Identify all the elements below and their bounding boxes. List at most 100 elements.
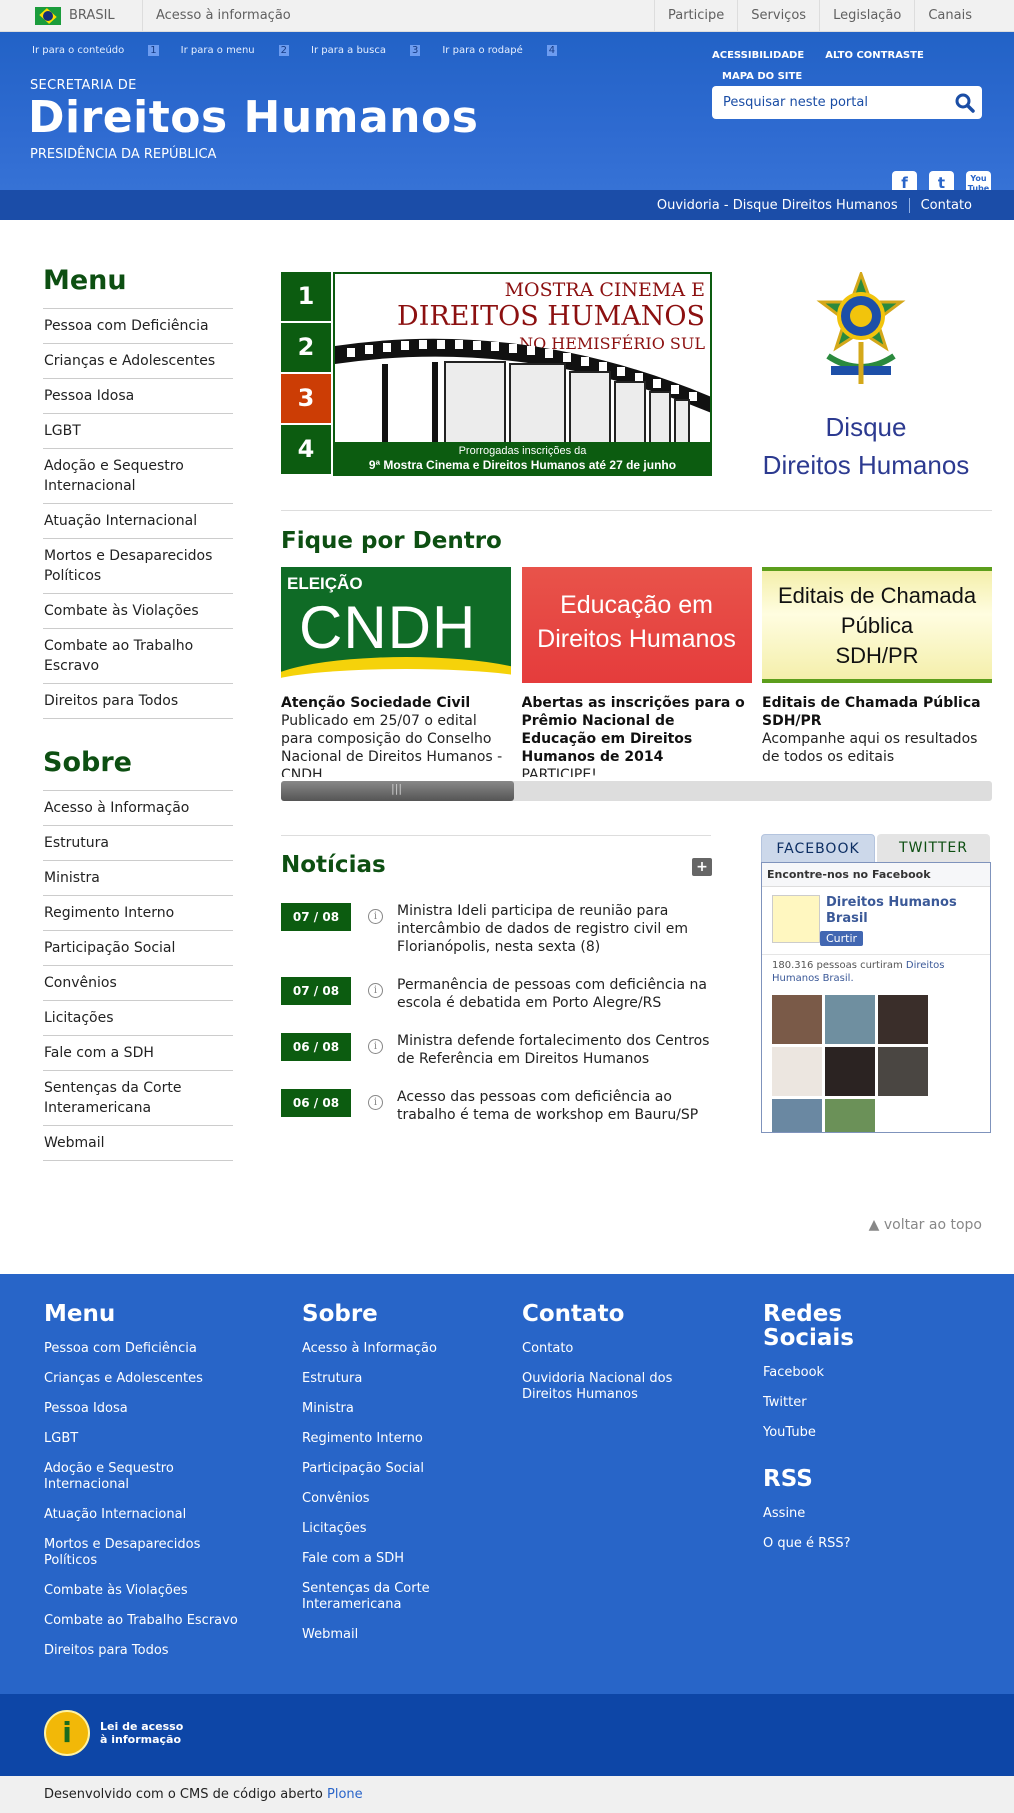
search-input[interactable]: Pesquisar neste portal xyxy=(712,86,982,119)
contato-link[interactable]: Contato xyxy=(908,198,983,213)
lai-logo[interactable]: i Lei de acesso à informação xyxy=(44,1710,183,1756)
menu-item[interactable]: Pessoa Idosa xyxy=(43,379,233,414)
news-text[interactable]: Ministra defende fortalecimento dos Cent… xyxy=(397,1032,712,1068)
footer-link[interactable]: YouTube xyxy=(763,1425,863,1441)
footer-link[interactable]: Crianças e Adolescentes xyxy=(44,1371,238,1387)
participe-link[interactable]: Participe xyxy=(653,0,737,32)
high-contrast-link[interactable]: ALTO CONTRASTE xyxy=(825,50,924,61)
tab-facebook[interactable]: FACEBOOK xyxy=(761,834,875,862)
footer-link[interactable]: Convênios xyxy=(302,1491,452,1507)
footer-link[interactable]: O que é RSS? xyxy=(763,1536,863,1552)
ouvidoria-link[interactable]: Ouvidoria - Disque Direitos Humanos xyxy=(646,198,909,213)
sobre-item[interactable]: Sentenças da Corte Interamericana xyxy=(43,1071,233,1126)
news-text[interactable]: Permanência de pessoas com deficiência n… xyxy=(397,976,712,1012)
sobre-item[interactable]: Licitações xyxy=(43,1001,233,1036)
footer-link[interactable]: Twitter xyxy=(763,1395,863,1411)
page-logo-icon[interactable] xyxy=(772,895,820,943)
menu-item[interactable]: Crianças e Adolescentes xyxy=(43,344,233,379)
brasil-link[interactable]: BRASIL xyxy=(0,0,143,32)
footer-link[interactable]: Ouvidoria Nacional dos Direitos Humanos xyxy=(522,1371,692,1403)
back-to-top-link[interactable]: ▲ voltar ao topo xyxy=(869,1217,982,1233)
menu-item[interactable]: Adoção e Sequestro Internacional xyxy=(43,449,233,504)
news-text[interactable]: Ministra Ideli participa de reunião para… xyxy=(397,902,712,956)
canais-link[interactable]: Canais xyxy=(914,0,985,32)
cards-scrollbar[interactable] xyxy=(281,781,992,801)
footer-link[interactable]: Estrutura xyxy=(302,1371,452,1387)
search-icon[interactable] xyxy=(955,93,975,113)
card-editais[interactable]: Editais de Chamada Pública SDH/PR Editais… xyxy=(762,567,992,777)
footer-link[interactable]: Direitos para Todos xyxy=(44,1643,238,1659)
news-item[interactable]: 06 / 08 i Acesso das pessoas com deficiê… xyxy=(281,1088,712,1124)
footer-link[interactable]: Sentenças da Corte Interamericana xyxy=(302,1581,452,1613)
menu-item[interactable]: Direitos para Todos xyxy=(43,684,233,719)
fan-avatar[interactable] xyxy=(772,1099,822,1132)
card-educacao[interactable]: Educação em Direitos Humanos Abertas as … xyxy=(521,567,752,777)
fan-avatar[interactable] xyxy=(825,1047,875,1096)
more-news-button[interactable]: + xyxy=(692,858,712,876)
sitemap-link[interactable]: MAPA DO SITE xyxy=(722,71,802,82)
footer-link[interactable]: LGBT xyxy=(44,1431,238,1447)
footer-link[interactable]: Adoção e Sequestro Internacional xyxy=(44,1461,204,1493)
sobre-item[interactable]: Fale com a SDH xyxy=(43,1036,233,1071)
servicos-link[interactable]: Serviços xyxy=(737,0,819,32)
like-button[interactable]: Curtir xyxy=(820,931,864,946)
menu-item[interactable]: LGBT xyxy=(43,414,233,449)
carousel-page-2[interactable]: 2 xyxy=(281,323,331,372)
sobre-item[interactable]: Estrutura xyxy=(43,826,233,861)
legislacao-link[interactable]: Legislação xyxy=(819,0,914,32)
footer-link[interactable]: Contato xyxy=(522,1341,692,1357)
menu-item[interactable]: Combate ao Trabalho Escravo xyxy=(43,629,233,684)
carousel-page-4[interactable]: 4 xyxy=(281,425,331,474)
footer-link[interactable]: Fale com a SDH xyxy=(302,1551,452,1567)
footer-link[interactable]: Combate às Violações xyxy=(44,1583,238,1599)
skip-link-footer[interactable]: Ir para o rodapé 4 xyxy=(442,45,558,56)
menu-item[interactable]: Atuação Internacional xyxy=(43,504,233,539)
carousel-page-3[interactable]: 3 xyxy=(281,374,331,423)
footer-link[interactable]: Combate ao Trabalho Escravo xyxy=(44,1613,238,1629)
footer-link[interactable]: Acesso à Informação xyxy=(302,1341,452,1357)
card-title[interactable]: Atenção Sociedade Civil xyxy=(281,694,511,712)
sobre-item[interactable]: Convênios xyxy=(43,966,233,1001)
fan-avatar[interactable] xyxy=(878,1047,928,1096)
site-title[interactable]: Direitos Humanos xyxy=(28,92,478,143)
sobre-item[interactable]: Participação Social xyxy=(43,931,233,966)
menu-item[interactable]: Combate às Violações xyxy=(43,594,233,629)
fan-avatar[interactable] xyxy=(772,1047,822,1096)
menu-item[interactable]: Mortos e Desaparecidos Políticos xyxy=(43,539,233,594)
footer-link[interactable]: Participação Social xyxy=(302,1461,452,1477)
fan-avatar[interactable] xyxy=(772,995,822,1044)
fan-avatar[interactable] xyxy=(878,995,928,1044)
footer-link[interactable]: Licitações xyxy=(302,1521,452,1537)
footer-link[interactable]: Assine xyxy=(763,1506,863,1522)
news-item[interactable]: 06 / 08 i Ministra defende fortaleciment… xyxy=(281,1032,712,1068)
disque-banner[interactable]: Disque Direitos Humanos xyxy=(746,272,986,482)
tab-twitter[interactable]: TWITTER xyxy=(877,834,990,862)
footer-link[interactable]: Webmail xyxy=(302,1627,452,1643)
acesso-informacao-link[interactable]: Acesso à informação xyxy=(143,8,291,23)
news-item[interactable]: 07 / 08 i Permanência de pessoas com def… xyxy=(281,976,712,1012)
footer-link[interactable]: Pessoa com Deficiência xyxy=(44,1341,238,1357)
footer-link[interactable]: Mortos e Desaparecidos Políticos xyxy=(44,1537,224,1569)
footer-link[interactable]: Atuação Internacional xyxy=(44,1507,238,1523)
skip-link-content[interactable]: Ir para o conteúdo 1 xyxy=(32,45,159,56)
scrollbar-thumb[interactable] xyxy=(281,781,514,801)
footer-link[interactable]: Ministra xyxy=(302,1401,452,1417)
facebook-page-name[interactable]: Direitos Humanos Brasil xyxy=(826,895,980,927)
sobre-item[interactable]: Acesso à Informação xyxy=(43,791,233,826)
skip-link-menu[interactable]: Ir para o menu 2 xyxy=(181,45,290,56)
footer-link[interactable]: Facebook xyxy=(763,1365,863,1381)
sobre-item[interactable]: Regimento Interno xyxy=(43,896,233,931)
menu-item[interactable]: Pessoa com Deficiência xyxy=(43,309,233,344)
card-title[interactable]: Abertas as inscrições para o Prêmio Naci… xyxy=(522,694,752,766)
fan-avatar[interactable] xyxy=(825,1099,875,1132)
footer-link[interactable]: Pessoa Idosa xyxy=(44,1401,238,1417)
news-text[interactable]: Acesso das pessoas com deficiência ao tr… xyxy=(397,1088,712,1124)
card-title[interactable]: Editais de Chamada Pública SDH/PR xyxy=(762,694,992,730)
carousel-page-1[interactable]: 1 xyxy=(281,272,331,321)
news-item[interactable]: 07 / 08 i Ministra Ideli participa de re… xyxy=(281,902,712,956)
skip-link-search[interactable]: Ir para a busca 3 xyxy=(311,45,421,56)
footer-link[interactable]: Regimento Interno xyxy=(302,1431,452,1447)
plone-link[interactable]: Plone xyxy=(327,1787,363,1802)
fan-avatar[interactable] xyxy=(825,995,875,1044)
carousel-slide[interactable]: MOSTRA CINEMA E DIREITOS HUMANOS NO HEMI… xyxy=(333,272,712,476)
